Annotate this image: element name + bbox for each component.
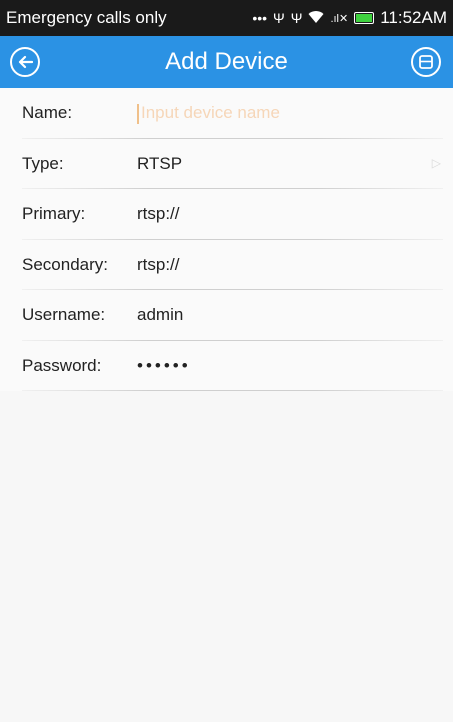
save-button[interactable]	[411, 47, 441, 77]
name-row: Name:	[0, 88, 453, 139]
password-row: Password: ••••••	[0, 341, 453, 392]
back-button[interactable]	[10, 47, 40, 77]
secondary-row: Secondary: rtsp://	[0, 240, 453, 291]
secondary-label: Secondary:	[22, 254, 108, 274]
usb-debug-icon: Ψ	[290, 10, 303, 26]
battery-icon	[354, 12, 375, 24]
password-label: Password:	[22, 355, 102, 375]
primary-label: Primary:	[22, 204, 86, 224]
save-icon	[419, 55, 433, 69]
usb-icon: Ψ	[273, 10, 285, 26]
app-bar: Add Device	[0, 36, 453, 88]
no-signal-icon: .ıl✕	[330, 12, 349, 25]
primary-url-field[interactable]: rtsp://	[137, 204, 453, 224]
device-name-input[interactable]	[141, 102, 391, 123]
primary-row: Primary: rtsp://	[0, 189, 453, 240]
type-value: RTSP	[137, 153, 183, 173]
secondary-url-field[interactable]: rtsp://	[137, 255, 453, 275]
wifi-icon	[308, 10, 324, 27]
username-field[interactable]: admin	[137, 305, 453, 325]
device-form: Name: Type: RTSP ▷ Primary: rtsp:// Seco…	[0, 88, 453, 391]
notification-dots-icon: •••	[252, 10, 268, 26]
status-bar: Emergency calls only ••• Ψ Ψ .ıl✕ 11:52A…	[0, 0, 453, 36]
arrow-left-icon	[18, 55, 33, 69]
password-field[interactable]: ••••••	[137, 356, 453, 376]
status-icons: ••• Ψ Ψ .ıl✕ 11:52AM	[252, 8, 447, 28]
carrier-text: Emergency calls only	[6, 8, 167, 27]
username-label: Username:	[22, 305, 106, 325]
clock: 11:52AM	[380, 8, 447, 27]
page-title: Add Device	[165, 48, 288, 75]
name-label: Name:	[22, 103, 73, 123]
type-row[interactable]: Type: RTSP ▷	[0, 139, 453, 190]
text-cursor	[137, 103, 139, 124]
dropdown-arrow-icon: ▷	[431, 155, 441, 170]
type-label: Type:	[22, 153, 64, 173]
username-row: Username: admin	[0, 290, 453, 341]
